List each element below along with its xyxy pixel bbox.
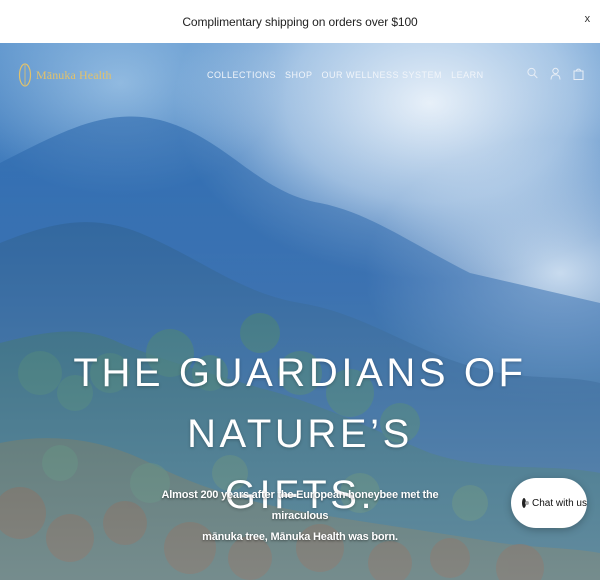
nav-item-learn[interactable]: LEARN — [451, 70, 484, 80]
nav-item-our-wellness-system[interactable]: OUR WELLNESS SYSTEM — [322, 70, 443, 80]
hero-subtext: Almost 200 years after the European hone… — [150, 485, 450, 548]
brand-logo[interactable]: Mānuka Health — [18, 62, 112, 88]
header-icons — [527, 67, 584, 80]
logo-text: Mānuka Health — [36, 67, 112, 82]
nav-item-shop[interactable]: SHOP — [285, 70, 313, 80]
close-announcement-button[interactable]: x — [585, 13, 591, 25]
chat-with-us-button[interactable]: Chat with us — [511, 478, 587, 528]
hero-section: Mānuka Health COLLECTIONS SHOP OUR WELLN… — [0, 43, 600, 580]
account-icon[interactable] — [550, 67, 561, 80]
nav-item-collections[interactable]: COLLECTIONS — [207, 70, 276, 80]
chat-label: Chat with us — [531, 497, 587, 509]
hero-subtext-line-1: Almost 200 years after the European hone… — [161, 489, 439, 522]
hero-subtext-line-2: mānuka tree, Mānuka Health was born. — [202, 531, 398, 543]
manuka-leaf-icon — [18, 63, 32, 87]
announcement-bar: Complimentary shipping on orders over $1… — [0, 0, 600, 43]
announcement-text: Complimentary shipping on orders over $1… — [182, 14, 418, 29]
cart-icon[interactable] — [573, 67, 584, 80]
main-navigation: Mānuka Health COLLECTIONS SHOP OUR WELLN… — [0, 43, 600, 107]
search-icon[interactable] — [527, 67, 538, 80]
hero-headline-line-1: THE GUARDIANS OF NATURE’S — [73, 351, 527, 456]
chat-bubble-icon — [522, 498, 529, 508]
primary-menu: COLLECTIONS SHOP OUR WELLNESS SYSTEM LEA… — [207, 70, 484, 80]
